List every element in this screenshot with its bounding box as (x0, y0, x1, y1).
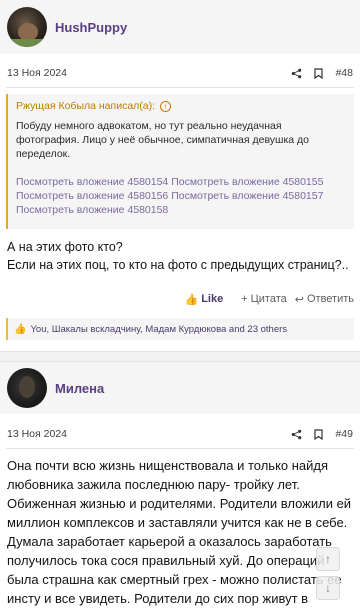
post-separator (0, 351, 360, 362)
attachment-link[interactable]: Посмотреть вложение 4580157 (171, 190, 323, 202)
bookmark-icon[interactable] (307, 428, 329, 440)
body-line: А на этих фото кто? (7, 240, 123, 254)
attachments: Посмотреть вложение 4580154 Посмотреть в… (16, 175, 346, 217)
divider (6, 448, 354, 449)
username[interactable]: HushPuppy (55, 20, 127, 35)
post-2: Милена 13 Ноя 2024 #49 Она почти всю жиз… (0, 362, 360, 611)
post-body: Она почти всю жизнь нищенствовала и толь… (7, 458, 352, 611)
post-date[interactable]: 13 Ноя 2024 (7, 67, 285, 79)
quote-label: Цитата (250, 293, 287, 305)
post-date[interactable]: 13 Ноя 2024 (7, 428, 285, 440)
divider (6, 87, 354, 88)
share-icon[interactable] (285, 68, 307, 79)
quote-button[interactable]: + Цитата (241, 293, 287, 305)
attachment-link[interactable]: Посмотреть вложение 4580155 (171, 176, 323, 188)
body-line: Если на этих поц, то кто на фото с преды… (7, 258, 349, 272)
like-label: Like (201, 293, 224, 305)
attachment-link[interactable]: Посмотреть вложение 4580156 (16, 190, 168, 202)
post-body: А на этих фото кто? Если на этих поц, то… (0, 238, 360, 274)
scroll-up-button[interactable]: ↑ (316, 547, 340, 571)
post-header: Милена (0, 362, 360, 414)
plus-icon: + (241, 293, 248, 305)
quote-block: Ржущая Кобыла написал(а): ↑ Побуду немно… (6, 94, 354, 229)
arrow-up-icon[interactable]: ↑ (160, 100, 172, 112)
reply-button[interactable]: ↩ Ответить (295, 293, 354, 306)
post-actions: 👍 Like + Цитата ↩ Ответить (0, 290, 360, 308)
post-number[interactable]: #49 (335, 428, 353, 440)
arrow-down-icon: ↓ (325, 581, 331, 595)
arrow-up-icon: ↑ (325, 552, 331, 566)
like-button[interactable]: 👍 Like (184, 293, 223, 306)
thumbs-up-icon: 👍 (184, 293, 199, 306)
post-meta: 13 Ноя 2024 #49 (0, 422, 360, 446)
avatar[interactable] (7, 7, 47, 47)
username[interactable]: Милена (55, 381, 104, 396)
reactions-text[interactable]: You, Шакалы вскладчину, Мадам Курдюкова … (30, 324, 287, 335)
quote-text: Побуду немного адвокатом, но тут реально… (16, 120, 310, 160)
attachment-link[interactable]: Посмотреть вложение 4580158 (16, 204, 168, 216)
attachment-link[interactable]: Посмотреть вложение 4580154 (16, 176, 168, 188)
scroll-down-button[interactable]: ↓ (316, 576, 340, 600)
quote-author-text[interactable]: Ржущая Кобыла написал(а): (16, 100, 155, 112)
post-header: HushPuppy (0, 0, 360, 54)
post-number[interactable]: #48 (335, 67, 353, 79)
share-icon[interactable] (285, 429, 307, 440)
post-meta: 13 Ноя 2024 #48 (0, 61, 360, 85)
post-1: HushPuppy 13 Ноя 2024 #48 Ржущая Кобыла … (0, 0, 360, 340)
reply-label: Ответить (306, 293, 354, 305)
thumbs-up-icon: 👍 (14, 323, 27, 335)
reactions-bar[interactable]: 👍 You, Шакалы вскладчину, Мадам Курдюков… (6, 318, 354, 340)
bookmark-icon[interactable] (307, 67, 329, 79)
quote-author[interactable]: Ржущая Кобыла написал(а): ↑ (16, 100, 346, 112)
reply-icon: ↩ (294, 293, 304, 306)
avatar[interactable] (7, 368, 47, 408)
